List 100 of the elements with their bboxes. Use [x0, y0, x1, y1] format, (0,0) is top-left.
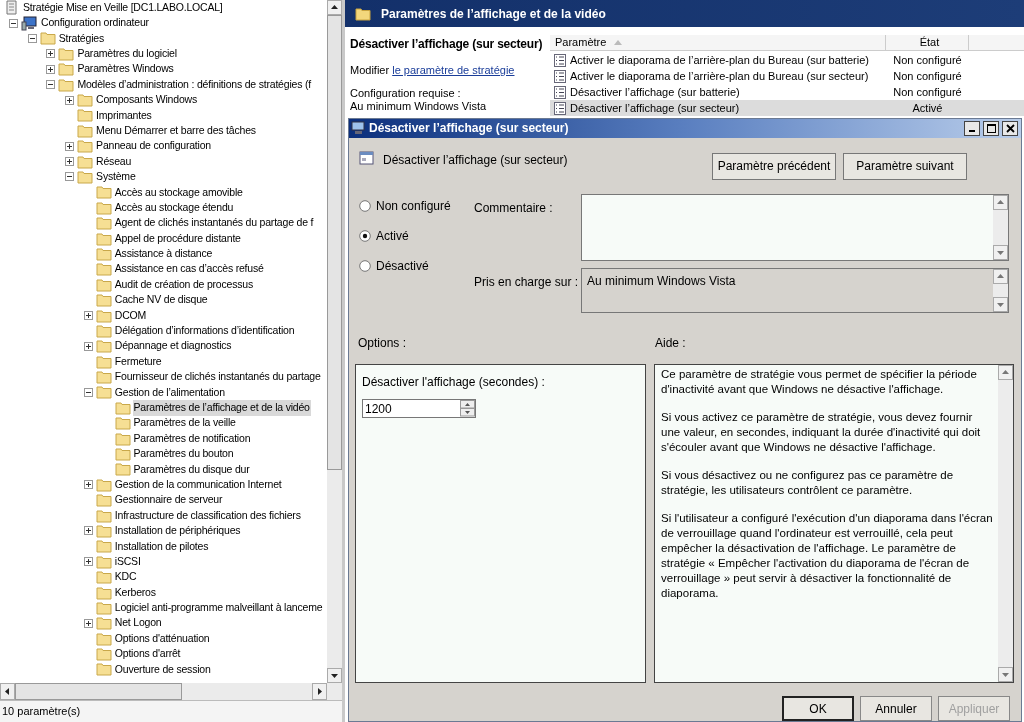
folder-icon [95, 339, 112, 354]
table-row[interactable]: Désactiver l’affichage (sur secteur) Activé [550, 100, 1024, 116]
tree-item[interactable]: Réseau [95, 153, 133, 170]
scrollbar-thumb[interactable] [15, 683, 182, 700]
tree-item[interactable]: Stratégies [57, 30, 105, 47]
tree-item[interactable]: Audit de création de processus [113, 276, 254, 293]
tree-item[interactable]: Cache NV de disque [113, 292, 209, 308]
minimize-button[interactable] [964, 120, 980, 136]
tree-item[interactable]: Paramètres du disque dur [132, 461, 251, 478]
folder-icon [355, 6, 371, 21]
tree-item[interactable]: Paramètres du logiciel [76, 46, 178, 62]
expand-icon[interactable] [83, 480, 93, 490]
nav-button[interactable]: Paramètre suivant [843, 152, 967, 180]
table-row[interactable]: Activer le diaporama de l’arrière-plan du Bureau (sur secteur) Non configuré [550, 68, 1024, 84]
tree-item[interactable]: Imprimantes [95, 107, 153, 124]
tree-item[interactable]: Options d'arrêt [113, 646, 182, 662]
expand-icon[interactable] [83, 311, 93, 320]
tree-item[interactable]: Assistance à distance [113, 246, 214, 262]
tree-item[interactable]: Gestion de la communication Internet [113, 476, 283, 493]
tree-item[interactable]: Kerberos [113, 584, 157, 601]
collapse-icon[interactable] [46, 80, 56, 90]
expand-icon[interactable] [46, 64, 56, 74]
tree-item[interactable]: Modèles d’administration : définitions de stratégies (f [76, 76, 312, 93]
comment-field[interactable] [581, 193, 1009, 261]
collapse-icon[interactable] [65, 172, 75, 182]
column-header[interactable]: État [886, 35, 969, 50]
expand-icon[interactable] [65, 95, 75, 105]
tree-item[interactable]: Paramètres de notification [132, 430, 252, 447]
tree-item[interactable]: Net Logon [113, 615, 163, 632]
tree-item[interactable]: Panneau de configuration [95, 138, 212, 155]
nav-button[interactable]: Paramètre précédent [712, 152, 836, 180]
table-row[interactable]: Désactiver l’affichage (sur batterie) Non configuré [550, 84, 1024, 100]
expand-icon[interactable] [83, 526, 93, 536]
collapse-icon[interactable] [9, 18, 18, 28]
radio-label[interactable]: Activé [376, 226, 409, 245]
tree-item[interactable]: iSCSI [113, 553, 142, 570]
tree-item[interactable]: Installation de périphériques [113, 523, 242, 539]
tree-item[interactable]: Paramètres de la veille [132, 415, 237, 432]
help-label: Aide : [655, 335, 686, 353]
radio-label[interactable]: Désactivé [376, 256, 429, 275]
tree-item[interactable]: Logiciel anti-programme malveillant à lanceme [113, 600, 324, 616]
expand-icon[interactable] [65, 141, 75, 151]
tree-item[interactable]: Appel de procédure distante [113, 230, 242, 247]
policy-setting-link[interactable]: le paramètre de stratégie [392, 64, 515, 76]
horizontal-scrollbar[interactable] [0, 683, 342, 700]
radio-label[interactable]: Non configuré [376, 196, 451, 215]
header-title: Paramètres de l’affichage et de la vidéo [381, 5, 606, 23]
tree-item[interactable]: Assistance en cas d’accès refusé [113, 261, 265, 278]
tree-item[interactable]: Menu Démarrer et barre des tâches [95, 122, 257, 139]
tree-item[interactable]: Paramètres du bouton [132, 446, 235, 462]
expand-icon[interactable] [65, 157, 75, 167]
tree-item[interactable]: Paramètres Windows [76, 61, 175, 78]
tree-item[interactable]: Délégation d’informations d’identification [113, 323, 296, 339]
tree-item[interactable]: Fermeture [113, 353, 163, 370]
dialog-button[interactable]: OK [782, 696, 854, 721]
tree-item[interactable]: Système [95, 169, 137, 185]
expand-icon[interactable] [83, 341, 93, 351]
scrollbar-thumb[interactable] [327, 15, 342, 470]
options-label: Options : [358, 335, 408, 353]
tree-item[interactable]: Ouverture de session [113, 661, 212, 678]
scroll-left-icon[interactable] [0, 683, 15, 700]
expand-icon[interactable] [83, 557, 93, 567]
close-button[interactable] [1002, 120, 1018, 136]
tree-item[interactable]: KDC [113, 569, 138, 586]
folder-icon [77, 123, 94, 138]
tree-item[interactable]: Infrastructure de classification des fichiers [113, 507, 302, 524]
folder-icon [95, 323, 112, 338]
radio-button[interactable] [359, 259, 371, 272]
tree-item[interactable]: Stratégie Mise en Veille [DC1.LABO.LOCAL] [22, 0, 224, 16]
tree-item[interactable]: Dépannage et diagnostics [113, 338, 233, 355]
collapse-icon[interactable] [83, 387, 93, 397]
tree-item[interactable]: DCOM [113, 307, 148, 324]
tree-item[interactable]: Paramètres de l’affichage et de la vidéo [132, 400, 311, 416]
tree-item[interactable]: Fournisseur de clichés instantanés du partage [113, 369, 322, 385]
spin-arrows-icon[interactable] [460, 400, 475, 418]
tree-item[interactable]: Gestionnaire de serveur [113, 492, 224, 509]
tree-item[interactable]: Options d'atténuation [113, 630, 211, 647]
dialog-button[interactable]: Annuler [860, 696, 932, 721]
tree-item[interactable]: Composants Windows [95, 92, 198, 108]
spin-field[interactable]: 1200 [362, 399, 476, 419]
radio-button[interactable] [359, 199, 371, 212]
tree-item[interactable]: Accès au stockage amovible [113, 184, 244, 201]
column-header[interactable]: Paramètre [550, 35, 886, 50]
expand-icon[interactable] [83, 618, 93, 628]
scroll-right-icon[interactable] [312, 683, 327, 700]
folder-icon [58, 62, 75, 77]
collapse-icon[interactable] [27, 33, 37, 43]
maximize-button[interactable] [983, 120, 999, 136]
tree-item[interactable]: Configuration ordinateur [40, 15, 150, 31]
scroll-down-icon[interactable] [327, 668, 342, 683]
tree-item[interactable]: Accès au stockage étendu [113, 199, 235, 216]
radio-button[interactable] [359, 229, 371, 242]
scroll-up-icon[interactable] [327, 0, 342, 15]
expand-icon[interactable] [46, 49, 56, 59]
tree-item[interactable]: Installation de pilotes [113, 538, 210, 555]
tree-item[interactable]: Agent de clichés instantanés du partage de f [113, 215, 315, 232]
table-row[interactable]: Activer le diaporama de l’arrière-plan du Bureau (sur batterie) Non configuré [550, 52, 1024, 68]
vertical-scrollbar[interactable] [327, 0, 342, 683]
tree-item[interactable]: Gestion de l’alimentation [113, 384, 226, 401]
folder-icon [77, 154, 94, 169]
